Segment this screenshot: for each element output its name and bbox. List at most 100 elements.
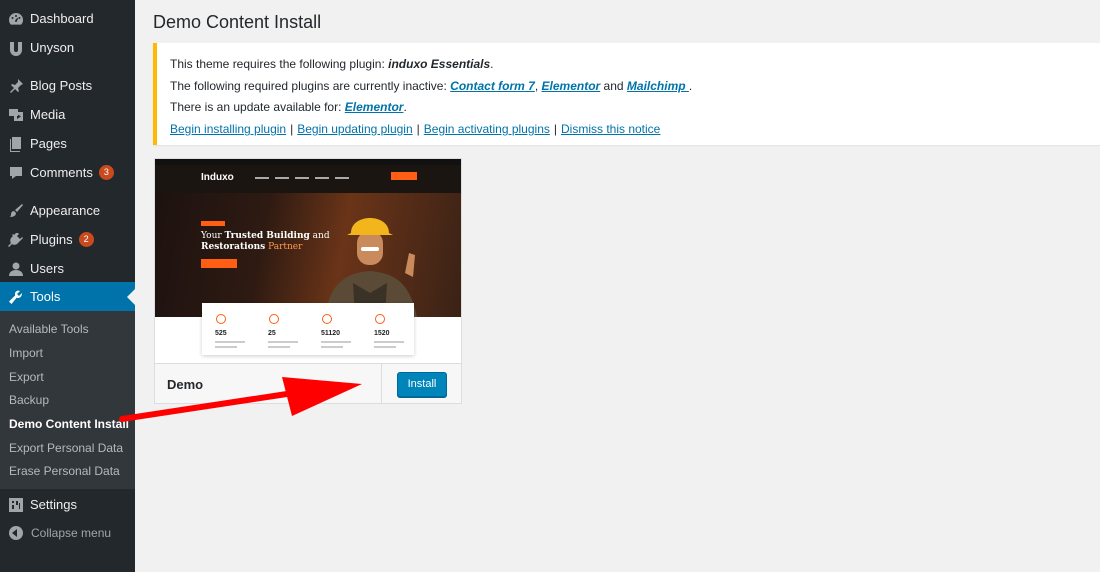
comments-icon: [8, 165, 24, 181]
stat-icon: [269, 314, 279, 324]
comments-count-badge: 3: [98, 165, 114, 180]
preview-nav-item: [335, 177, 349, 179]
active-menu-pointer: [127, 289, 135, 305]
hero-text-accent: Restorations: [201, 242, 266, 252]
sidebar-item-appearance[interactable]: Appearance: [0, 196, 135, 225]
notice-text: .: [403, 100, 407, 114]
notice-line-required: This theme requires the following plugin…: [170, 57, 494, 71]
users-icon: [8, 261, 24, 277]
sidebar-item-comments[interactable]: Comments 3: [0, 158, 135, 187]
worker-illustration: [325, 218, 417, 317]
submenu-demo-content-install[interactable]: Demo Content Install: [9, 417, 129, 431]
preview-nav-item: [295, 177, 309, 179]
preview-nav-item: [255, 177, 269, 179]
stat-value: 1520: [374, 330, 390, 337]
stat-icon: [375, 314, 385, 324]
admin-sidebar: Dashboard Unyson Blog Posts Media Pages …: [0, 0, 135, 572]
sidebar-item-label: Appearance: [30, 203, 101, 218]
sidebar-item-label: Pages: [30, 136, 67, 151]
collapse-menu-button[interactable]: Collapse menu: [0, 522, 135, 544]
stat-icon: [216, 314, 226, 324]
sidebar-item-label: Plugins: [30, 232, 73, 247]
sidebar-item-unyson[interactable]: Unyson: [0, 33, 135, 62]
collapse-menu-label: Collapse menu: [31, 526, 112, 540]
submenu-export[interactable]: Export: [9, 370, 44, 384]
pages-icon: [8, 136, 24, 152]
page-title: Demo Content Install: [153, 12, 322, 32]
notice-actions: Begin installing plugin | Begin updating p…: [170, 122, 660, 136]
begin-updating-plugin-link[interactable]: Begin updating plugin: [297, 122, 412, 136]
link-elementor-update[interactable]: Elementor: [345, 100, 404, 114]
stat-value: 51120: [321, 330, 341, 337]
notice-text: .: [490, 57, 494, 71]
preview-nav-item: [315, 177, 329, 179]
hero-text-accent: Trusted Building: [224, 231, 310, 241]
hero-text: and: [309, 231, 330, 241]
separator: |: [553, 122, 557, 136]
preview-stats: 525 25 51120 1520: [202, 303, 414, 355]
install-button[interactable]: Install: [397, 372, 447, 397]
demo-name: Demo: [167, 377, 204, 392]
sidebar-item-label: Unyson: [30, 40, 75, 55]
sidebar-item-blog-posts[interactable]: Blog Posts: [0, 71, 135, 100]
divider: [381, 364, 382, 404]
media-icon: [8, 107, 24, 123]
preview-stat: 1520: [361, 303, 414, 355]
sidebar-item-settings[interactable]: Settings: [0, 490, 135, 519]
brush-icon: [8, 203, 24, 219]
submenu-erase-personal-data[interactable]: Erase Personal Data: [9, 464, 120, 478]
wrench-icon: [8, 289, 24, 305]
link-elementor[interactable]: Elementor: [542, 79, 601, 93]
sidebar-item-users[interactable]: Users: [0, 254, 135, 283]
notice-text: There is an update available for:: [170, 100, 345, 114]
preview-stat: 51120: [308, 303, 361, 355]
notice-line-update: There is an update available for: Elemen…: [170, 100, 407, 114]
begin-installing-plugin-link[interactable]: Begin installing plugin: [170, 122, 286, 136]
link-contact-form-7[interactable]: Contact form 7: [450, 79, 535, 93]
stat-value: 25: [268, 330, 276, 337]
hero-text: Your: [201, 231, 225, 241]
stat-value: 525: [215, 330, 227, 337]
separator: |: [290, 122, 294, 136]
demo-screenshot[interactable]: Induxo Your Trusted Building and Restora…: [155, 159, 461, 363]
submenu-available-tools[interactable]: Available Tools: [9, 322, 89, 336]
sidebar-item-label: Users: [30, 261, 64, 276]
sidebar-item-media[interactable]: Media: [0, 100, 135, 129]
plugin-notice: This theme requires the following plugin…: [153, 43, 1100, 145]
stat-icon: [322, 314, 332, 324]
logo-text: Indu: [201, 172, 223, 183]
notice-text: The following required plugins are curre…: [170, 79, 451, 93]
submenu-backup[interactable]: Backup: [9, 393, 49, 407]
separator: |: [416, 122, 420, 136]
preview-hero-heading: Your Trusted Building and Restorations P…: [201, 231, 330, 253]
tools-submenu: Available Tools Import Export Backup Dem…: [0, 311, 135, 489]
submenu-import[interactable]: Import: [9, 346, 43, 360]
required-plugin-name: induxo Essentials: [388, 57, 491, 71]
settings-icon: [8, 497, 24, 513]
sidebar-item-plugins[interactable]: Plugins 2: [0, 225, 135, 254]
sidebar-item-tools[interactable]: Tools: [0, 282, 135, 311]
demo-card: Induxo Your Trusted Building and Restora…: [154, 158, 462, 404]
dismiss-notice-link[interactable]: Dismiss this notice: [561, 122, 660, 136]
preview-hero-button: [201, 259, 237, 268]
link-mailchimp[interactable]: Mailchimp: [627, 79, 689, 93]
notice-text: ,: [534, 79, 542, 93]
preview-stat: 525: [202, 303, 255, 355]
begin-activating-plugins-link[interactable]: Begin activating plugins: [424, 122, 550, 136]
sidebar-item-label: Settings: [30, 497, 77, 512]
notice-text: and: [600, 79, 627, 93]
sidebar-item-pages[interactable]: Pages: [0, 129, 135, 158]
sidebar-item-label: Dashboard: [30, 11, 94, 26]
submenu-export-personal-data[interactable]: Export Personal Data: [9, 441, 123, 455]
preview-nav-button: [391, 172, 417, 180]
collapse-icon: [9, 526, 23, 540]
preview-hero-tag: [201, 221, 225, 226]
plugins-count-badge: 2: [78, 232, 94, 247]
preview-logo: Induxo: [201, 172, 234, 183]
sidebar-item-dashboard[interactable]: Dashboard: [0, 4, 135, 33]
sidebar-item-label: Comments: [30, 165, 93, 180]
sidebar-item-label: Tools: [30, 289, 61, 304]
sidebar-item-label: Blog Posts: [30, 78, 93, 93]
pin-icon: [8, 78, 24, 94]
sidebar-item-label: Media: [30, 107, 66, 122]
